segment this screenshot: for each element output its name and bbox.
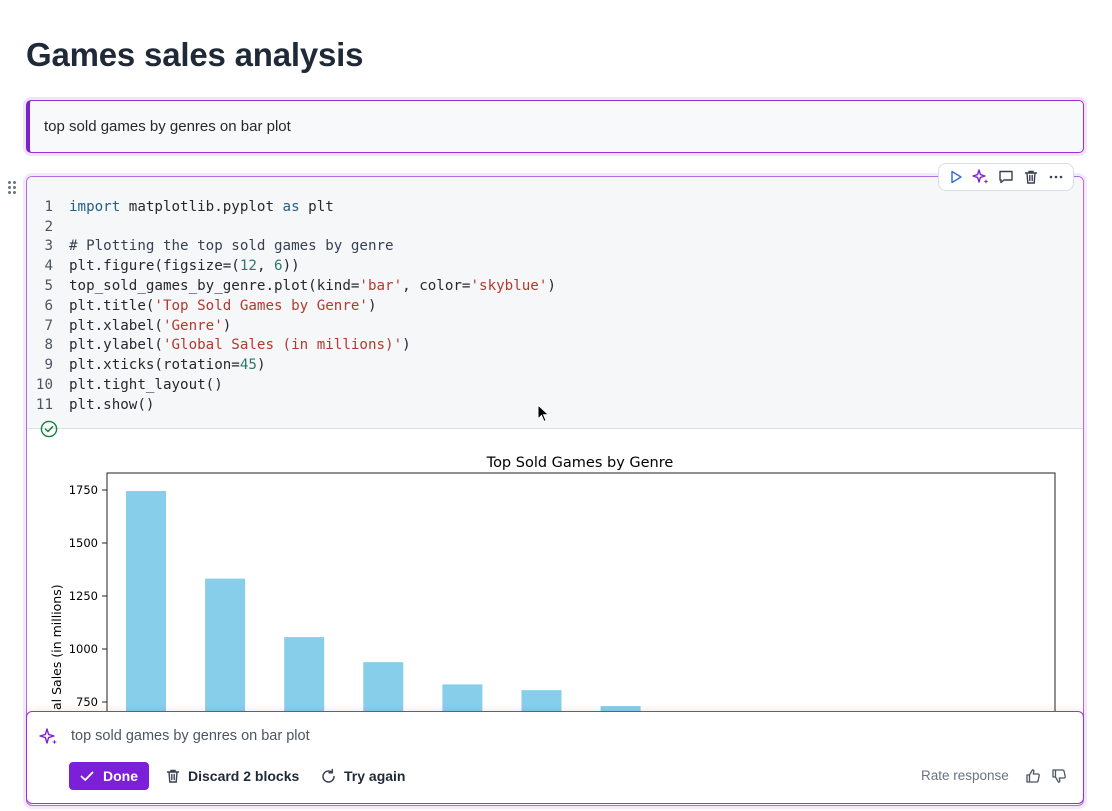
line-number: 3 [44,238,53,254]
play-icon[interactable] [945,166,967,188]
bar [205,578,246,730]
y-tick-label: 1750 [69,483,98,497]
discard-label: Discard 2 blocks [188,768,300,784]
code-text: top_sold_games_by_genre.plot(kind='bar',… [69,278,556,294]
plot-area [106,472,1056,730]
code-editor[interactable]: 1 import matplotlib.pyplot as plt 2 3 # Pl… [27,177,1083,429]
line-number: 5 [44,278,53,294]
check-icon [80,771,94,781]
line-number: 11 [35,397,53,413]
code-text: plt.xlabel('Genre') [69,318,232,334]
y-tick-label: 1250 [69,589,98,603]
success-check-icon [40,420,58,438]
y-axis-ticks: 750 1000 1250 1500 1750 [69,483,107,709]
sparkle-icon[interactable] [970,166,992,188]
ai-prompt-text: top sold games by genres on bar plot [71,728,310,744]
trash-icon [166,769,180,783]
more-icon[interactable] [1045,166,1067,188]
rate-response-label: Rate response [921,768,1009,783]
code-text: plt.figure(figsize=(12, 6)) [69,258,300,274]
code-text: plt.ylabel('Global Sales (in millions)') [69,337,411,353]
code-text: plt.tight_layout() [69,377,223,393]
line-number: 2 [44,219,53,235]
trash-icon[interactable] [1020,166,1042,188]
prompt-block[interactable]: top sold games by genres on bar plot [26,100,1084,153]
try-again-button[interactable]: Try again [320,762,405,790]
code-text: plt.xticks(rotation=45) [69,357,266,373]
refresh-icon [322,768,335,783]
line-number: 10 [35,377,53,393]
line-number: 7 [44,318,53,334]
sparkle-icon [39,727,59,747]
prompt-text: top sold games by genres on bar plot [44,118,291,135]
chart-title: Top Sold Games by Genre [486,455,674,471]
code-text: import matplotlib.pyplot as plt [69,199,334,215]
cell-toolbar [938,163,1074,191]
line-number: 6 [44,298,53,314]
line-number: 8 [44,337,53,353]
code-text: plt.show() [69,397,155,413]
bar-chart: Top Sold Games by Genre 750 1000 1250 1500 1… [49,455,1056,730]
ai-assistant-bar: top sold games by genres on bar plot Don… [26,711,1084,804]
comment-icon[interactable] [995,166,1017,188]
bars [126,491,641,730]
bar [126,491,166,730]
line-number: 4 [44,258,53,274]
page-title: Games sales analysis [26,36,364,73]
thumbs-down-icon[interactable] [1051,768,1067,784]
discard-blocks-button[interactable]: Discard 2 blocks [165,762,299,790]
y-tick-label: 750 [76,695,98,709]
y-axis-label: al Sales (in millions) [49,584,64,710]
try-again-label: Try again [344,768,406,784]
line-number: 9 [44,357,53,373]
line-number: 1 [44,199,53,215]
code-text: plt.title('Top Sold Games by Genre') [69,298,377,314]
mouse-cursor-icon [537,404,550,423]
y-tick-label: 1500 [69,536,98,550]
done-label: Done [103,768,138,784]
y-tick-label: 1000 [69,642,98,656]
code-comment: # Plotting the top sold games by genre [69,238,394,254]
done-button[interactable]: Done [69,762,149,790]
thumbs-up-icon[interactable] [1025,768,1041,784]
drag-handle-icon[interactable] [8,180,18,196]
